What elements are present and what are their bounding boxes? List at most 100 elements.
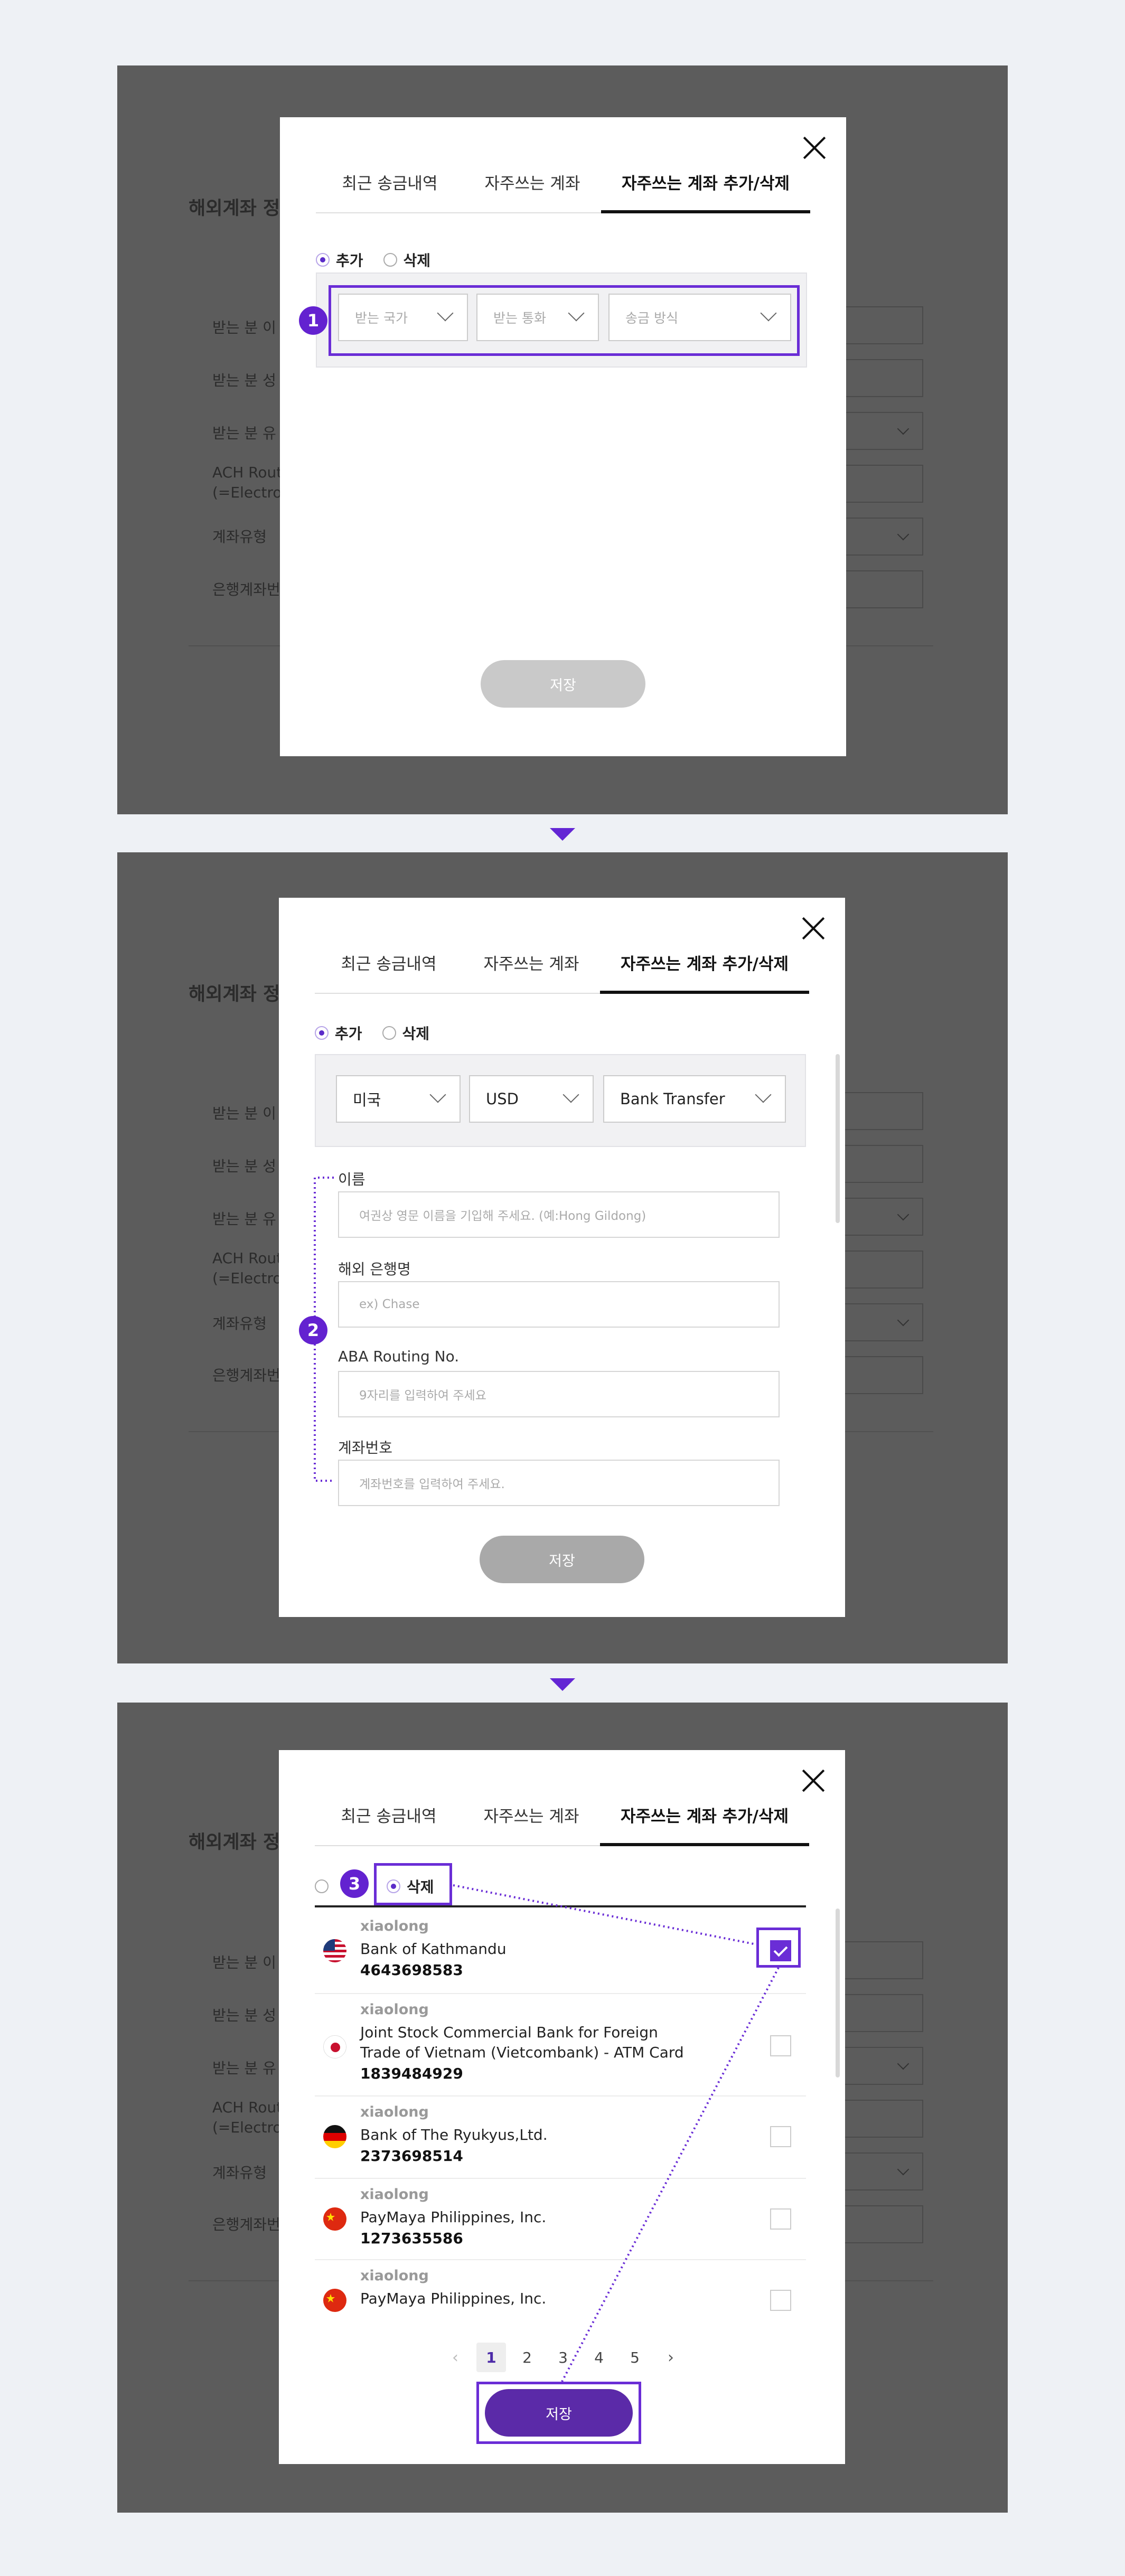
account-checkbox[interactable] (770, 2035, 791, 2056)
background-label: 은행계좌번 (212, 2216, 280, 2233)
radio-delete[interactable] (382, 1026, 396, 1040)
radio-add[interactable] (315, 1026, 329, 1040)
highlight-box-step1 (329, 285, 800, 356)
tab-frequent-accounts[interactable]: 자주쓰는 계좌 (463, 940, 600, 993)
de-flag-icon (323, 2125, 346, 2148)
highlight-box-checkbox (756, 1928, 801, 1968)
list-header-line (315, 1905, 806, 1907)
us-flag-icon (323, 1939, 346, 1962)
tab-frequent-accounts[interactable]: 자주쓰는 계좌 (464, 159, 601, 212)
account-checkbox[interactable] (770, 2290, 791, 2311)
background-label: 받는 분 성 (212, 1158, 276, 1175)
radio-add-label[interactable]: 추가 (336, 249, 363, 270)
radio-add[interactable] (315, 1879, 329, 1893)
save-button[interactable]: 저장 (480, 1536, 644, 1583)
account-number-input[interactable]: 계좌번호를 입력하여 주세요. (338, 1460, 780, 1506)
account-number: 4643698583 (360, 1961, 463, 1979)
step-badge-2: 2 (299, 1316, 327, 1345)
tab-add-delete-accounts[interactable]: 자주쓰는 계좌 추가/삭제 (600, 940, 809, 994)
tab-add-delete-accounts[interactable]: 자주쓰는 계좌 추가/삭제 (601, 159, 810, 213)
background-label: 받는 분 이 (212, 1105, 276, 1122)
transfer-method-select[interactable]: Bank Transfer (603, 1075, 786, 1123)
tab-add-delete-accounts[interactable]: 자주쓰는 계좌 추가/삭제 (600, 1792, 809, 1846)
account-row[interactable]: xiaolong Joint Stock Commercial Bank for… (315, 1993, 806, 2096)
background-label: 계좌유형 (212, 2164, 267, 2182)
account-checkbox[interactable] (770, 2126, 791, 2147)
account-row[interactable]: xiaolong PayMaya Philippines, Inc. (315, 2259, 806, 2318)
tab-frequent-accounts[interactable]: 자주쓰는 계좌 (463, 1792, 600, 1845)
chevron-down-icon (429, 1086, 446, 1103)
save-button[interactable]: 저장 (485, 2389, 633, 2437)
name-input[interactable]: 여권상 영문 이름을 기입해 주세요. (예:Hong Gildong) (338, 1191, 780, 1238)
pagination-page[interactable]: 4 (581, 2349, 617, 2366)
background-label: ACH Rout (=Electro (212, 2099, 283, 2136)
aba-routing-label: ABA Routing No. (338, 1348, 460, 1365)
pagination-page[interactable]: 3 (545, 2349, 581, 2366)
currency-select[interactable]: USD (469, 1075, 594, 1123)
name-label: 이름 (338, 1171, 365, 1188)
chevron-down-icon (897, 1314, 910, 1327)
aba-routing-input[interactable]: 9자리를 입력하여 주세요 (338, 1371, 780, 1417)
account-bank: Bank of Kathmandu (360, 1940, 507, 1958)
jp-flag-icon (323, 2035, 346, 2058)
radio-add-label[interactable]: 추가 (335, 1022, 362, 1043)
pagination-prev[interactable]: ‹ (437, 2348, 473, 2367)
background-label: 계좌유형 (212, 1315, 267, 1332)
pagination-page-current[interactable]: 1 (476, 2343, 506, 2372)
background-label: 받는 분 유 (212, 2060, 276, 2077)
highlight-box-delete-radio (374, 1863, 452, 1905)
background-label: 계좌유형 (212, 528, 267, 546)
background-label: 받는 분 이 (212, 319, 276, 336)
tab-recent-transfers[interactable]: 최근 송금내역 (315, 1792, 463, 1845)
radio-delete-label[interactable]: 삭제 (402, 1022, 430, 1043)
close-icon[interactable] (801, 916, 826, 941)
tab-recent-transfers[interactable]: 최근 송금내역 (316, 159, 464, 212)
background-label: 받는 분 성 (212, 372, 276, 389)
modal: 최근 송금내역 자주쓰는 계좌 자주쓰는 계좌 추가/삭제 추가 삭제 미국 U… (279, 898, 845, 1617)
pagination-page[interactable]: 5 (617, 2349, 653, 2366)
account-bank: Joint Stock Commercial Bank for Foreign … (360, 2024, 684, 2061)
step-badge-1: 1 (299, 306, 327, 335)
account-checkbox[interactable] (770, 2208, 791, 2230)
account-owner: xiaolong (360, 1918, 429, 1934)
chevron-down-icon (562, 1086, 579, 1103)
overseas-bank-label: 해외 은행명 (338, 1261, 411, 1278)
radio-delete-label[interactable]: 삭제 (404, 249, 431, 270)
close-icon[interactable] (802, 135, 827, 161)
radio-delete[interactable] (383, 253, 397, 267)
chevron-down-icon (897, 2057, 910, 2070)
overseas-bank-input[interactable]: ex) Chase (338, 1281, 780, 1328)
radio-add[interactable] (316, 253, 330, 267)
account-number: 1839484929 (360, 2065, 463, 2082)
account-row[interactable]: xiaolong PayMaya Philippines, Inc. 12736… (315, 2178, 806, 2260)
save-button[interactable]: 저장 (481, 660, 645, 708)
account-number: 2373698514 (360, 2147, 463, 2165)
pagination-next[interactable]: › (653, 2348, 689, 2367)
account-row[interactable]: xiaolong Bank of The Ryukyus,Ltd. 237369… (315, 2095, 806, 2179)
transfer-method-select-value: Bank Transfer (620, 1090, 725, 1108)
chevron-down-icon (897, 422, 910, 435)
step1-panel: 해외계좌 정 받는 분 이 받는 분 성 받는 분 유 ACH Rout (=E… (117, 65, 1008, 814)
step-arrow-icon (550, 828, 575, 841)
close-icon[interactable] (801, 1768, 826, 1793)
account-owner: xiaolong (360, 2104, 429, 2120)
background-page-title: 해외계좌 정 (189, 198, 280, 219)
account-row[interactable]: xiaolong Bank of Kathmandu 4643698583 (315, 1910, 806, 1994)
country-select[interactable]: 미국 (336, 1075, 461, 1123)
scrollbar[interactable] (836, 1054, 840, 1223)
modal-tabs: 최근 송금내역 자주쓰는 계좌 자주쓰는 계좌 추가/삭제 (316, 159, 810, 213)
scrollbar[interactable] (836, 1909, 840, 2077)
mode-radio-group: 추가 삭제 (315, 1022, 429, 1043)
pagination-page[interactable]: 2 (509, 2349, 545, 2366)
chevron-down-icon (897, 1208, 910, 1221)
step2-panel: 해외계좌 정 받는 분 이 받는 분 성 받는 분 유 ACH Rout (=E… (117, 852, 1008, 1663)
chevron-down-icon (897, 2163, 910, 2176)
background-label: 받는 분 이 (212, 1954, 276, 1971)
step-badge-3: 3 (340, 1869, 369, 1898)
account-owner: xiaolong (360, 2001, 429, 2018)
cn-flag-icon (323, 2207, 346, 2231)
modal-tabs: 최근 송금내역 자주쓰는 계좌 자주쓰는 계좌 추가/삭제 (315, 1792, 809, 1846)
background-label: 받는 분 유 (212, 425, 276, 442)
tab-recent-transfers[interactable]: 최근 송금내역 (315, 940, 463, 993)
background-label: 은행계좌번 (212, 1367, 280, 1384)
